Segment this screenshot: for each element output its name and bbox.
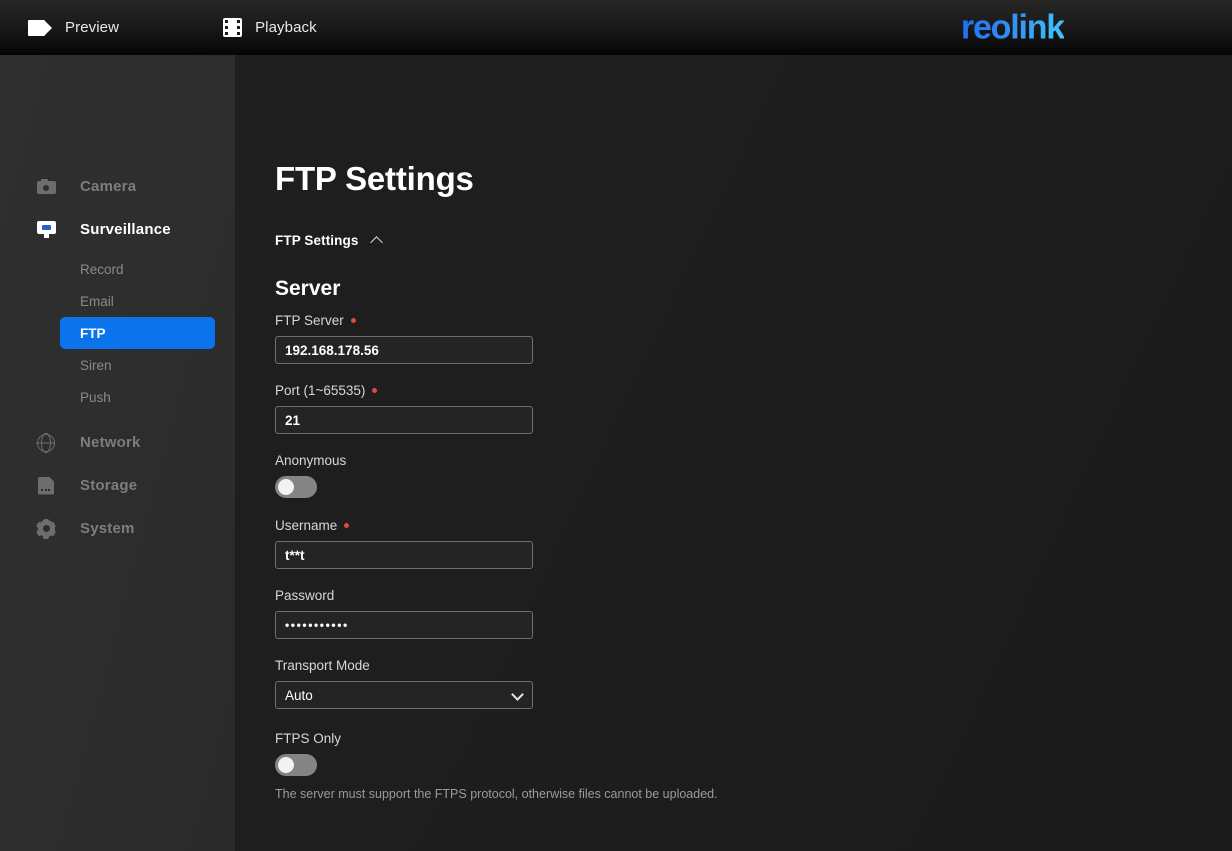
- password-input[interactable]: [275, 611, 533, 639]
- sidebar-item-camera[interactable]: Camera: [0, 165, 235, 208]
- sidebar-item-network[interactable]: Network: [0, 421, 235, 464]
- main-content: FTP Settings FTP Settings Server FTP Ser…: [235, 55, 1232, 851]
- sidebar-item-push[interactable]: Push: [60, 381, 215, 413]
- transport-mode-label-text: Transport Mode: [275, 658, 370, 673]
- section-title-server: Server: [275, 277, 341, 300]
- ftps-only-label: FTPS Only: [275, 731, 745, 746]
- reolink-logo: reolink: [960, 8, 1065, 46]
- field-ftps-only: FTPS Only The server must support the FT…: [275, 731, 745, 801]
- sidebar-nav: Camera Surveillance Record Email FTP Sir…: [0, 55, 235, 550]
- anonymous-toggle[interactable]: [275, 476, 317, 498]
- sidebar-item-system-label: System: [80, 520, 135, 537]
- sidebar-item-storage[interactable]: Storage: [0, 464, 235, 507]
- field-username: Username: [275, 518, 745, 569]
- gear-icon: [35, 518, 57, 539]
- sidebar-item-storage-label: Storage: [80, 477, 138, 494]
- required-dot-icon: [372, 388, 378, 393]
- sidebar-item-ftp[interactable]: FTP: [60, 317, 215, 349]
- chevron-up-icon: [372, 235, 383, 246]
- sidebar-item-network-label: Network: [80, 434, 141, 451]
- required-dot-icon: [344, 523, 350, 528]
- sidebar-item-camera-label: Camera: [80, 178, 137, 195]
- accordion-label: FTP Settings: [275, 233, 359, 248]
- sidebar-item-ftp-label: FTP: [80, 325, 106, 341]
- nav-playback-label: Playback: [255, 19, 317, 36]
- toggle-knob: [278, 757, 294, 773]
- sidebar-item-siren[interactable]: Siren: [60, 349, 215, 381]
- ftps-only-hint: The server must support the FTPS protoco…: [275, 787, 718, 801]
- sidebar-item-record[interactable]: Record: [60, 253, 215, 285]
- port-input[interactable]: [275, 406, 533, 434]
- field-port: Port (1~65535): [275, 383, 745, 434]
- top-header-bar: Preview Playback reolink: [0, 0, 1232, 55]
- ftp-settings-form: FTP Server Port (1~65535) Anonymous: [275, 313, 745, 820]
- ftp-server-input[interactable]: [275, 336, 533, 364]
- username-label: Username: [275, 518, 745, 533]
- camera-icon: [36, 177, 56, 197]
- transport-mode-label: Transport Mode: [275, 658, 745, 673]
- film-strip-icon: [223, 18, 243, 37]
- required-dot-icon: [350, 318, 356, 323]
- nav-preview-label: Preview: [65, 19, 120, 36]
- sidebar-item-push-label: Push: [80, 389, 111, 405]
- sidebar-item-siren-label: Siren: [80, 357, 112, 373]
- page-title: FTP Settings: [275, 160, 474, 197]
- nav-preview[interactable]: Preview: [28, 0, 119, 55]
- sdcard-icon: [36, 476, 56, 496]
- sidebar-item-email[interactable]: Email: [60, 285, 215, 317]
- anonymous-label-text: Anonymous: [275, 453, 347, 468]
- sidebar: Camera Surveillance Record Email FTP Sir…: [0, 55, 235, 851]
- sidebar-item-record-label: Record: [80, 261, 124, 277]
- username-label-text: Username: [275, 518, 338, 533]
- password-label: Password: [275, 588, 745, 603]
- field-password: Password: [275, 588, 745, 639]
- field-ftp-server: FTP Server: [275, 313, 745, 364]
- ftps-only-toggle[interactable]: [275, 754, 317, 776]
- ftp-settings-accordion-toggle[interactable]: FTP Settings: [275, 233, 383, 248]
- toggle-knob: [278, 479, 294, 495]
- ftps-only-label-text: FTPS Only: [275, 731, 342, 746]
- ftp-server-label: FTP Server: [275, 313, 745, 328]
- sidebar-item-surveillance[interactable]: Surveillance: [0, 208, 235, 251]
- field-transport-mode: Transport Mode Auto: [275, 658, 745, 709]
- nav-playback[interactable]: Playback: [223, 0, 317, 55]
- field-anonymous: Anonymous: [275, 453, 745, 498]
- port-label-text: Port (1~65535): [275, 383, 366, 398]
- video-camera-icon: [28, 19, 52, 36]
- transport-mode-select[interactable]: Auto: [275, 681, 533, 709]
- password-label-text: Password: [275, 588, 335, 603]
- globe-icon: [36, 433, 56, 453]
- ftp-server-label-text: FTP Server: [275, 313, 344, 328]
- port-label: Port (1~65535): [275, 383, 745, 398]
- sidebar-item-email-label: Email: [80, 293, 114, 309]
- transport-mode-select-wrap: Auto: [275, 681, 533, 709]
- sidebar-item-system[interactable]: System: [0, 507, 235, 550]
- monitor-icon: [36, 220, 56, 240]
- sidebar-item-surveillance-label: Surveillance: [80, 221, 171, 238]
- username-input[interactable]: [275, 541, 533, 569]
- anonymous-label: Anonymous: [275, 453, 745, 468]
- sidebar-subnav: Record Email FTP Siren Push: [0, 253, 235, 413]
